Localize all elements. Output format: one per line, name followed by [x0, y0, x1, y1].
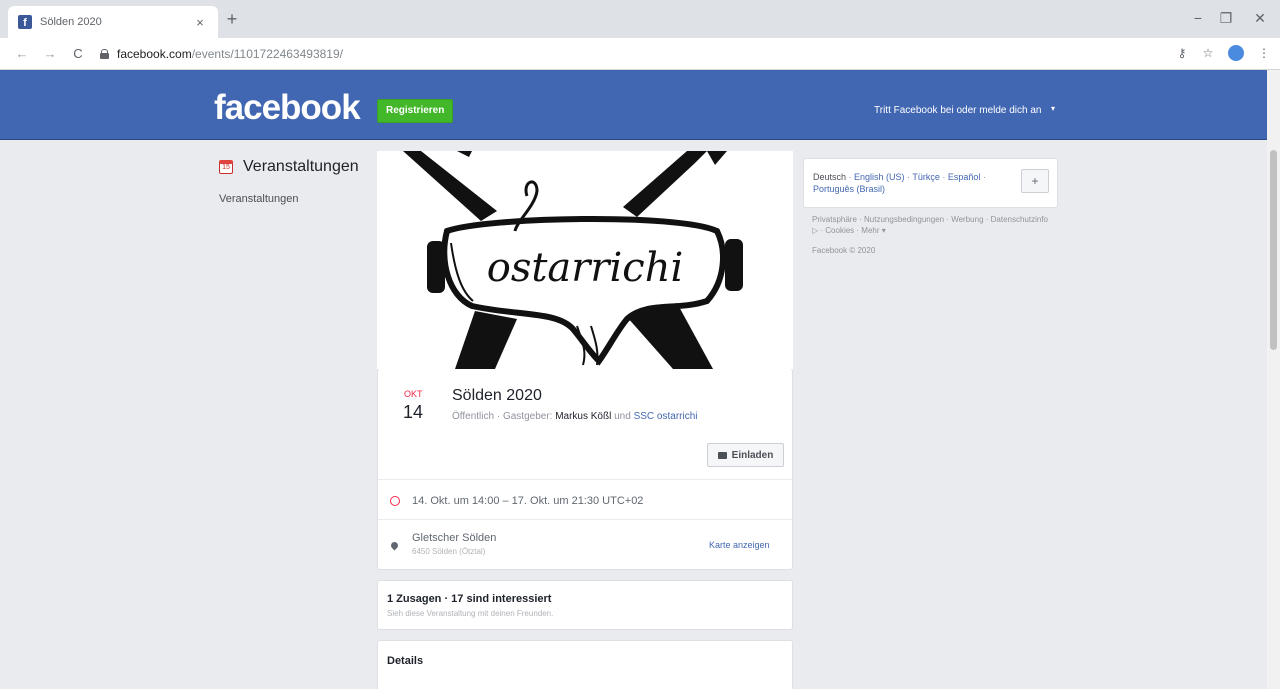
tab-close-icon[interactable]: ×: [192, 15, 208, 30]
window-close-button[interactable]: ✕: [1250, 10, 1270, 27]
join-or-login-link[interactable]: Tritt Facebook bei oder melde dich an: [874, 105, 1042, 116]
show-map-link[interactable]: Karte anzeigen: [709, 540, 770, 550]
facebook-header: facebook Registrieren Tritt Facebook bei…: [0, 70, 1280, 140]
back-button[interactable]: ←: [14, 46, 30, 61]
cohost-link[interactable]: SSC ostarrichi: [634, 411, 698, 422]
footer-links[interactable]: Privatsphäre · Nutzungsbedingungen · Wer…: [812, 214, 1052, 236]
new-tab-button[interactable]: +: [222, 10, 242, 28]
leftnav-title: Veranstaltungen: [243, 158, 359, 175]
calendar-icon: 15: [219, 160, 233, 174]
url-text: facebook.com/events/1101722463493819/: [117, 47, 343, 61]
language-item[interactable]: Türkçe: [912, 172, 940, 182]
host-link[interactable]: Markus Kößl: [555, 411, 611, 422]
event-title: Sölden 2020: [452, 387, 542, 404]
invite-button[interactable]: Einladen: [707, 443, 784, 467]
attendance-subtitle: Sieh diese Veranstaltung mit deinen Freu…: [387, 609, 554, 618]
leftnav-heading: 15 Veranstaltungen: [219, 158, 359, 176]
page-scrollbar[interactable]: [1267, 70, 1280, 689]
bookmark-star-icon[interactable]: ☆: [1200, 46, 1216, 60]
language-item[interactable]: Español: [948, 172, 981, 182]
event-day: 14: [403, 402, 424, 422]
clock-icon: [390, 496, 400, 506]
envelope-icon: [717, 451, 727, 459]
event-privacy: Öffentlich: [452, 411, 495, 422]
divider: [378, 479, 792, 480]
ostarrichi-goggles-logo-icon: ostarrichi: [403, 151, 743, 369]
reload-button[interactable]: C: [70, 46, 86, 61]
event-month: OKT: [404, 389, 423, 399]
facebook-favicon-icon: f: [18, 15, 32, 29]
event-host-line: Öffentlich · Gastgeber: Markus Kößl und …: [452, 411, 698, 422]
language-current: Deutsch: [813, 172, 847, 182]
register-button[interactable]: Registrieren: [377, 99, 454, 123]
minimize-button[interactable]: −: [1188, 10, 1208, 26]
language-item[interactable]: English (US): [854, 172, 905, 182]
event-time[interactable]: 14. Okt. um 14:00 – 17. Okt. um 21:30 UT…: [412, 495, 643, 507]
event-cover-image: ostarrichi: [377, 151, 793, 369]
cover-logo-text: ostarrichi: [487, 245, 684, 291]
divider: [378, 519, 792, 520]
lock-icon: [100, 49, 109, 59]
location-name[interactable]: Gletscher Sölden: [412, 532, 496, 544]
profile-avatar[interactable]: [1228, 45, 1244, 61]
event-info-card: OKT 14 Sölden 2020 Öffentlich · Gastgebe…: [377, 369, 793, 570]
browser-tab-bar: f Sölden 2020 × + − ❐ ✕: [0, 0, 1280, 38]
maximize-button[interactable]: ❐: [1216, 10, 1236, 27]
facebook-logo[interactable]: facebook: [214, 88, 361, 128]
language-list: Deutsch · English (US) · Türkçe · Españo…: [813, 172, 986, 194]
attendance-card: 1 Zusagen · 17 sind interessiert Sieh di…: [377, 580, 793, 630]
browser-menu-icon[interactable]: ⋮: [1256, 46, 1272, 60]
address-bar[interactable]: facebook.com/events/1101722463493819/: [100, 43, 1180, 65]
language-selector: Deutsch · English (US) · Türkçe · Españo…: [803, 158, 1058, 208]
details-heading: Details: [387, 655, 424, 667]
location-address: 6450 Sölden (Ötztal): [412, 547, 486, 556]
copyright: Facebook © 2020: [812, 246, 876, 255]
scrollbar-thumb[interactable]: [1270, 150, 1277, 350]
details-card: Details: [377, 640, 793, 689]
chevron-down-icon[interactable]: ▾: [1051, 104, 1055, 113]
browser-toolbar: ← → C facebook.com/events/11017224634938…: [0, 38, 1280, 70]
forward-button[interactable]: →: [42, 46, 58, 61]
key-icon[interactable]: ⚷: [1174, 46, 1190, 60]
attendance-count[interactable]: 1 Zusagen · 17 sind interessiert: [387, 593, 551, 605]
leftnav-item-events[interactable]: Veranstaltungen: [219, 193, 299, 205]
tab-title: Sölden 2020: [40, 16, 102, 28]
more-languages-button[interactable]: +: [1021, 169, 1049, 193]
language-item[interactable]: Português (Brasil): [813, 184, 885, 194]
location-pin-icon: [389, 540, 400, 551]
browser-tab[interactable]: f Sölden 2020 ×: [8, 6, 218, 38]
